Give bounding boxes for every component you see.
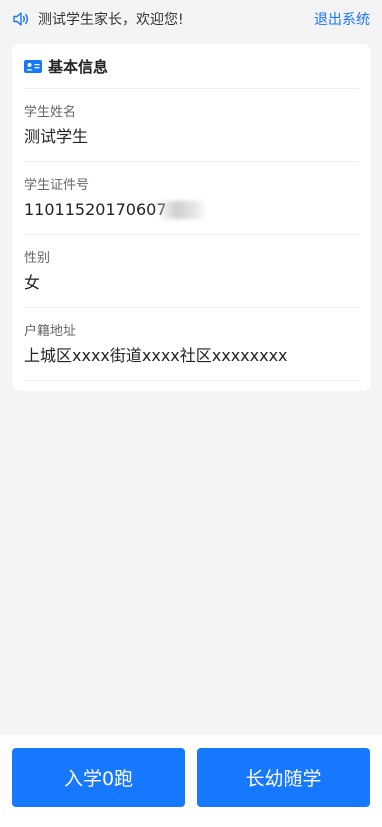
field-label: 学生姓名: [24, 105, 77, 120]
field-value: 女: [24, 273, 41, 292]
top-bar: 测试学生家长，欢迎您! 退出系统: [0, 0, 382, 38]
id-card-icon: [24, 59, 42, 73]
redaction-blur: [156, 201, 207, 219]
field-household-address: 户籍地址 上城区xxxx街道xxxx社区xxxxxxxx: [24, 308, 359, 381]
logout-link[interactable]: 退出系统: [314, 9, 370, 29]
field-label: 户籍地址: [24, 324, 77, 339]
field-student-name: 学生姓名 测试学生: [24, 89, 359, 162]
field-value: 上城区xxxx街道xxxx社区xxxxxxxx: [24, 346, 288, 365]
card-header: 基本信息: [24, 44, 359, 89]
field-label: 学生证件号: [24, 178, 90, 193]
card-title: 基本信息: [48, 57, 109, 76]
field-value: 测试学生: [24, 127, 89, 146]
field-gender: 性别 女: [24, 235, 359, 308]
field-label: 性别: [24, 251, 51, 266]
speaker-icon: [12, 10, 30, 28]
field-value: 11011520170607: [24, 200, 167, 219]
bottom-action-bar: 入学0跑 长幼随学: [0, 735, 382, 827]
field-value-wrap: 11011520170607: [24, 198, 207, 222]
enroll-zero-trip-button[interactable]: 入学0跑: [12, 748, 185, 807]
field-student-id: 学生证件号 11011520170607: [24, 162, 359, 235]
sibling-enrollment-button[interactable]: 长幼随学: [197, 748, 370, 807]
basic-info-card: 基本信息 学生姓名 测试学生 学生证件号 11011520170607 性别 女…: [12, 44, 371, 391]
welcome-text: 测试学生家长，欢迎您!: [38, 12, 184, 28]
